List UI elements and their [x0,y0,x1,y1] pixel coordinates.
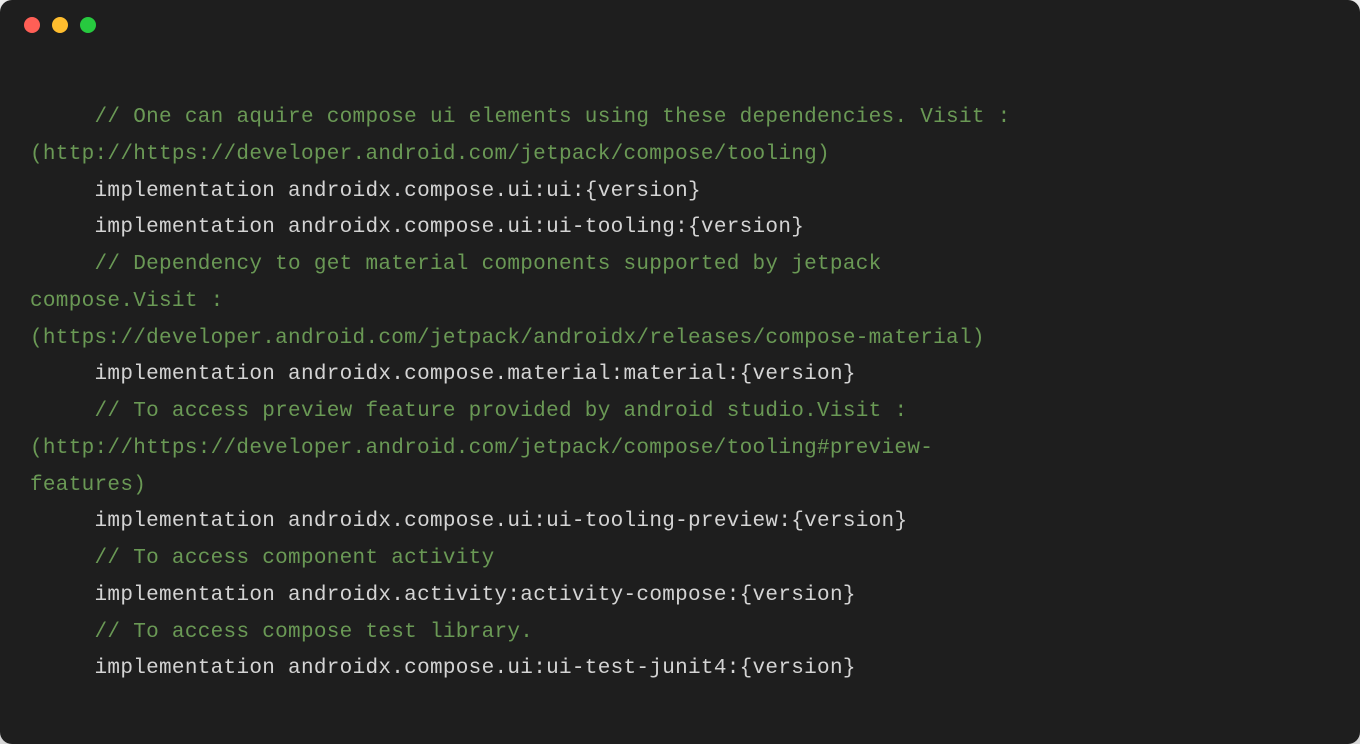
code-keyword: implementation [95,584,276,607]
code-line: // To access compose test library. [30,615,1330,652]
window-titlebar [0,0,1360,50]
code-line: compose.Visit : [30,284,1330,321]
code-keyword: implementation [95,180,276,203]
code-line: implementation androidx.activity:activit… [30,578,1330,615]
code-line: // To access component activity [30,541,1330,578]
code-text: androidx.compose.ui:ui-test-junit4:{vers… [275,657,856,680]
code-line: // To access preview feature provided by… [30,394,1330,431]
code-line: (https://developer.android.com/jetpack/a… [30,321,1330,358]
code-keyword: implementation [95,657,276,680]
code-line: implementation androidx.compose.ui:ui-to… [30,210,1330,247]
code-comment: // Dependency to get material components… [95,253,895,276]
code-keyword: implementation [95,216,276,239]
minimize-icon[interactable] [52,17,68,33]
code-comment: (http://https://developer.android.com/je… [30,437,933,460]
code-keyword: implementation [95,510,276,533]
code-line: (http://https://developer.android.com/je… [30,431,1330,468]
code-line: (http://https://developer.android.com/je… [30,137,1330,174]
code-line: implementation androidx.compose.material… [30,357,1330,394]
code-line: implementation androidx.compose.ui:ui-to… [30,504,1330,541]
code-line: implementation androidx.compose.ui:ui:{v… [30,174,1330,211]
code-line: features) [30,468,1330,505]
code-comment: compose.Visit : [30,290,224,313]
code-comment: (http://https://developer.android.com/je… [30,143,830,166]
maximize-icon[interactable] [80,17,96,33]
code-text: androidx.activity:activity-compose:{vers… [275,584,856,607]
code-text: androidx.compose.ui:ui-tooling-preview:{… [275,510,907,533]
code-line: // One can aquire compose ui elements us… [30,100,1330,137]
code-comment: // To access component activity [95,547,495,570]
code-text: androidx.compose.material:material:{vers… [275,363,856,386]
code-keyword: implementation [95,363,276,386]
code-line: // Dependency to get material components… [30,247,1330,284]
code-comment: features) [30,474,146,497]
code-comment: // One can aquire compose ui elements us… [95,106,1024,129]
code-comment: // To access preview feature provided by… [95,400,908,423]
code-text: androidx.compose.ui:ui:{version} [275,180,701,203]
close-icon[interactable] [24,17,40,33]
code-line: implementation androidx.compose.ui:ui-te… [30,651,1330,688]
code-content: // One can aquire compose ui elements us… [0,50,1360,718]
code-window: // One can aquire compose ui elements us… [0,0,1360,744]
code-text: androidx.compose.ui:ui-tooling:{version} [275,216,804,239]
code-comment: (https://developer.android.com/jetpack/a… [30,327,985,350]
code-comment: // To access compose test library. [95,621,534,644]
